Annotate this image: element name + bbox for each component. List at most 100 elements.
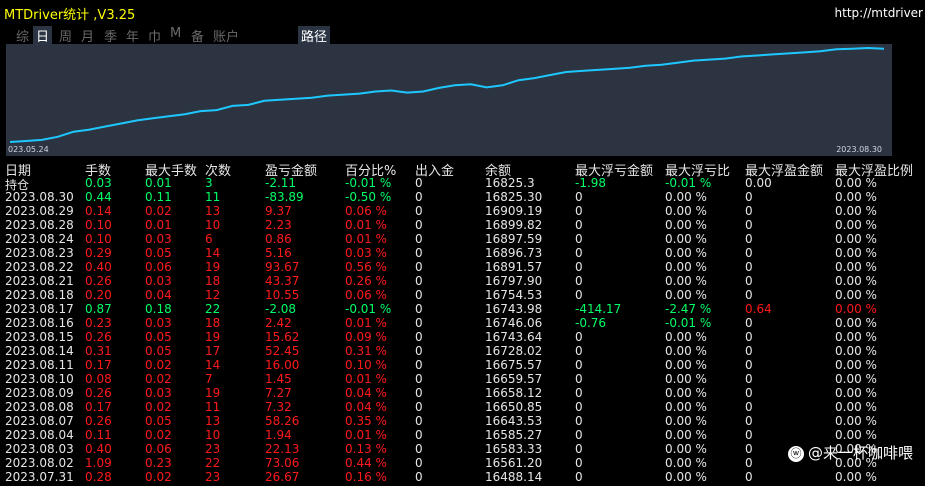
row-max-lots: 0.02 [145, 204, 172, 218]
tab-account[interactable]: 账户 [213, 26, 239, 45]
row-date: 2023.08.07 [5, 414, 74, 428]
row-pnl: 73.06 [265, 456, 300, 470]
row-max-float-loss-pct: 0.00 % [665, 428, 707, 442]
tab-note[interactable]: 备 [191, 26, 204, 45]
row-max-lots: 0.05 [145, 246, 172, 260]
tab-day[interactable]: 日 [33, 26, 53, 45]
row-max-float-profit-pct: 0.00 % [835, 358, 877, 372]
row-max-float-loss-pct: 0.00 % [665, 358, 707, 372]
row-lots: 0.44 [85, 190, 112, 204]
table-row: 2023.08.03 0.40 0.06 23 22.13 0.13 % 0 16583.33… [0, 442, 925, 456]
table-row: 2023.08.08 0.17 0.02 11 7.32 0.04 % 0 16650.85 0… [0, 400, 925, 414]
balance-series-line [9, 46, 885, 143]
row-max-lots: 0.02 [145, 372, 172, 386]
row-percent: 0.44 % [345, 456, 387, 470]
tab-month[interactable]: 月 [81, 26, 94, 45]
table-row: 2023.08.02 1.09 0.23 22 73.06 0.44 % 0 16561.20… [0, 456, 925, 470]
row-lots: 0.26 [85, 414, 112, 428]
row-pnl: 52.45 [265, 344, 300, 358]
row-max-float-profit-pct: 0.00 % [835, 372, 877, 386]
row-date: 2023.07.31 [5, 470, 74, 484]
row-deposit: 0 [415, 358, 423, 372]
row-lots: 1.09 [85, 456, 112, 470]
tab-week[interactable]: 周 [59, 26, 72, 45]
row-max-float-profit: 0 [745, 442, 753, 456]
table-row: 2023.08.22 0.40 0.06 19 93.67 0.56 % 0 16891.57… [0, 260, 925, 274]
row-deposit: 0 [415, 204, 423, 218]
row-max-float-loss: 0 [575, 400, 583, 414]
tab-magic[interactable]: M [170, 26, 181, 41]
row-percent: -0.50 % [345, 190, 392, 204]
table-row: 2023.08.09 0.26 0.03 19 7.27 0.04 % 0 16658.12 0… [0, 386, 925, 400]
row-balance: 16658.12 [485, 386, 543, 400]
row-pnl: 1.94 [265, 428, 292, 442]
row-pnl: 5.16 [265, 246, 292, 260]
row-max-float-profit: 0 [745, 288, 753, 302]
app-url[interactable]: http://mtdriver [835, 6, 923, 20]
row-date: 2023.08.03 [5, 442, 74, 456]
table-row: 2023.08.28 0.10 0.01 10 2.23 0.01 % 0 16899.82 0… [0, 218, 925, 232]
row-max-float-profit: 0 [745, 470, 753, 484]
row-deposit: 0 [415, 372, 423, 386]
row-max-float-loss-pct: -0.01 % [665, 176, 712, 190]
row-lots: 0.20 [85, 288, 112, 302]
row-max-lots: 0.23 [145, 456, 172, 470]
row-date: 2023.08.17 [5, 302, 74, 316]
row-max-float-loss: 0 [575, 246, 583, 260]
tab-summary[interactable]: 综 [16, 26, 29, 45]
row-deposit: 0 [415, 400, 423, 414]
row-count: 19 [205, 386, 221, 400]
watermark: ⓦ @来一杯咖啡喂 [787, 442, 913, 463]
row-max-float-loss: 0 [575, 288, 583, 302]
row-pnl: 1.45 [265, 372, 292, 386]
row-date: 2023.08.21 [5, 274, 74, 288]
row-date: 2023.08.23 [5, 246, 74, 260]
row-date: 2023.08.02 [5, 456, 74, 470]
row-max-float-loss: 0 [575, 260, 583, 274]
row-date: 2023.08.09 [5, 386, 74, 400]
table-header: 日期 手数 最大手数 次数 盈亏金额 百分比% 出入金 余额 最大浮亏金额 最大… [0, 160, 925, 179]
row-pnl: 2.23 [265, 218, 292, 232]
row-deposit: 0 [415, 302, 423, 316]
row-max-float-loss: 0 [575, 414, 583, 428]
row-deposit: 0 [415, 344, 423, 358]
row-date: 2023.08.28 [5, 218, 74, 232]
row-max-float-profit-pct: 0.00 % [835, 400, 877, 414]
row-max-float-loss: -0.76 [575, 316, 607, 330]
row-date: 2023.08.18 [5, 288, 74, 302]
row-count: 7 [205, 372, 213, 386]
row-balance: 16746.06 [485, 316, 543, 330]
row-balance: 16797.90 [485, 274, 543, 288]
row-max-float-profit: 0 [745, 316, 753, 330]
row-max-float-profit: 0 [745, 414, 753, 428]
row-max-float-loss-pct: 0.00 % [665, 288, 707, 302]
row-lots: 0.23 [85, 316, 112, 330]
row-lots: 0.26 [85, 330, 112, 344]
row-percent: 0.01 % [345, 372, 387, 386]
row-count: 12 [205, 288, 221, 302]
row-count: 23 [205, 470, 221, 484]
row-max-float-profit-pct: 0.00 % [835, 274, 877, 288]
row-date: 2023.08.04 [5, 428, 74, 442]
row-lots: 0.10 [85, 232, 112, 246]
tab-path[interactable]: 路径 [298, 26, 331, 45]
row-date: 2023.08.16 [5, 316, 74, 330]
row-percent: 0.31 % [345, 344, 387, 358]
row-lots: 0.11 [85, 428, 112, 442]
row-percent: -0.01 % [345, 302, 392, 316]
row-max-float-loss: 0 [575, 442, 583, 456]
row-max-float-profit: 0 [745, 456, 753, 470]
row-max-float-profit: 0 [745, 358, 753, 372]
row-lots: 0.31 [85, 344, 112, 358]
row-max-float-loss-pct: 0.00 % [665, 456, 707, 470]
tab-quarter[interactable]: 季 [104, 26, 117, 45]
row-deposit: 0 [415, 330, 423, 344]
row-pnl: -2.11 [265, 176, 297, 190]
row-percent: 0.01 % [345, 316, 387, 330]
tab-year[interactable]: 年 [126, 26, 139, 45]
row-percent: 0.01 % [345, 232, 387, 246]
app-title: MTDriver统计 ,V3.25 [4, 8, 136, 23]
tab-symbol[interactable]: 巾 [148, 26, 161, 45]
row-deposit: 0 [415, 274, 423, 288]
row-max-float-loss: 0 [575, 218, 583, 232]
